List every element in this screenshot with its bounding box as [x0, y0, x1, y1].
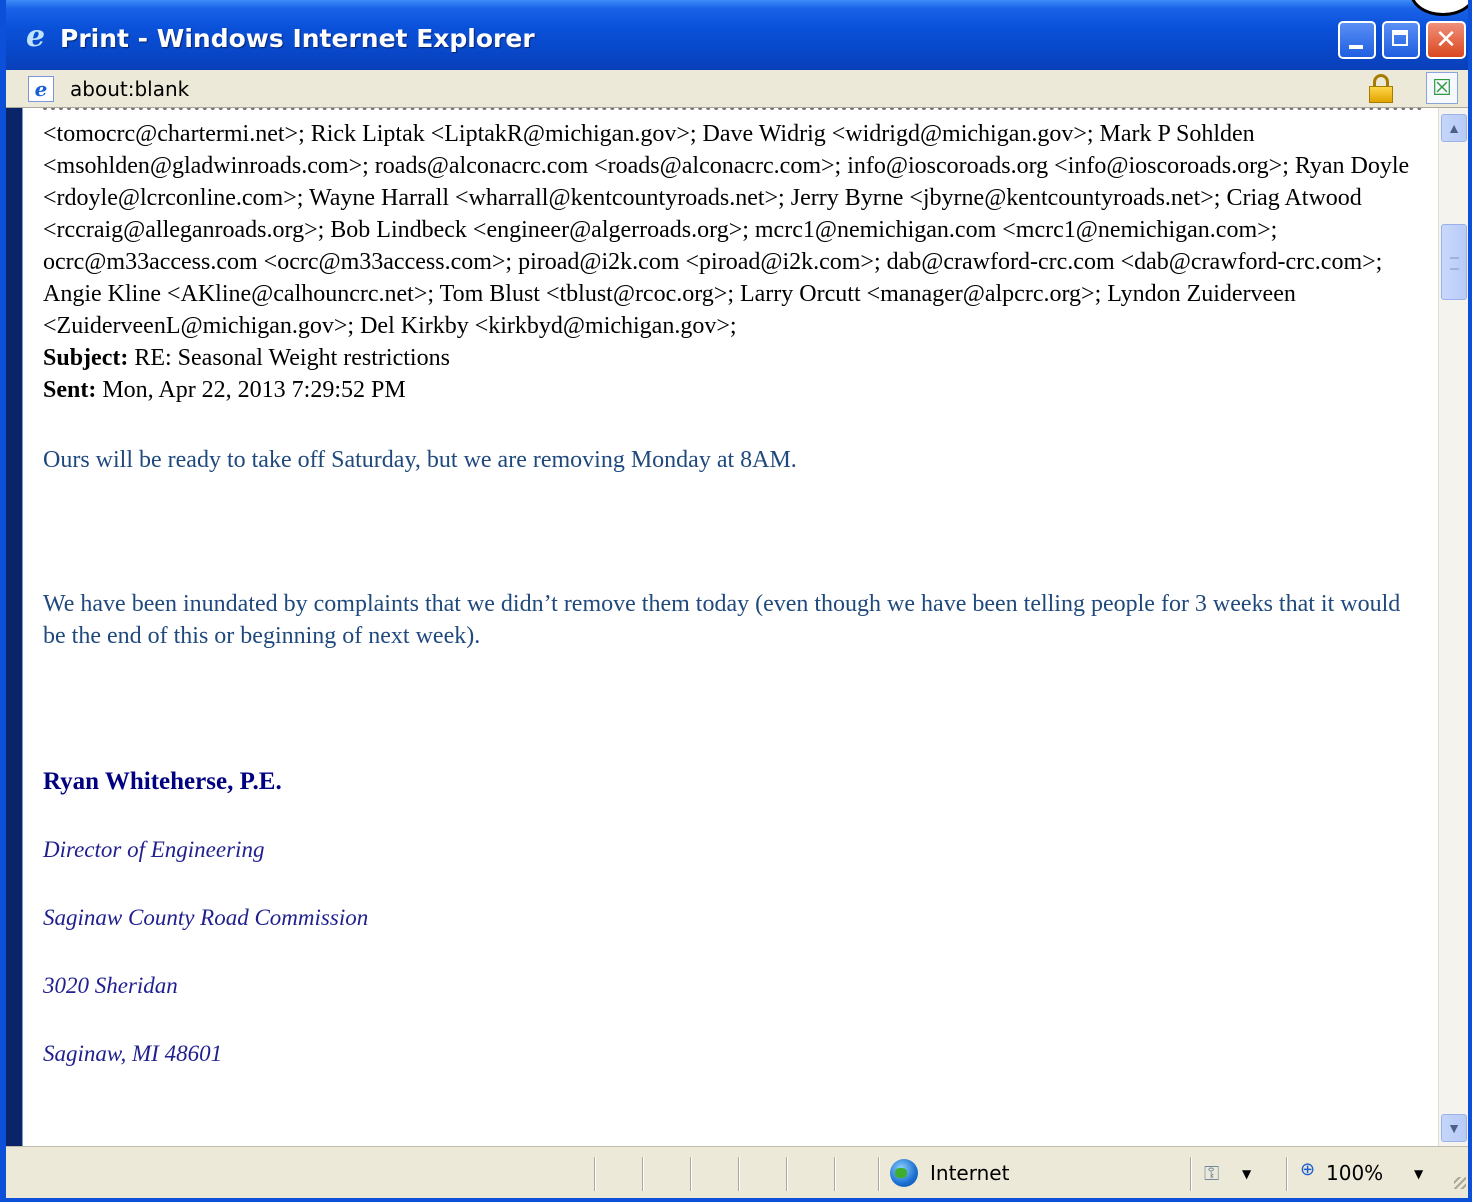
body-paragraph-2: We have been inundated by complaints tha…	[43, 591, 1401, 649]
status-bar: Internet ⚿ ▼ ⊕ 100% ▼	[6, 1146, 1468, 1198]
status-divider	[690, 1157, 692, 1191]
signature-organization: Saginaw County Road Commission	[43, 905, 369, 930]
title-bar[interactable]: e Print - Windows Internet Explorer ✕	[0, 0, 1472, 70]
status-divider	[642, 1157, 644, 1191]
page-icon: e	[28, 76, 54, 102]
recipients-block: <tomocrc@chartermi.net>; Rick Liptak <Li…	[43, 108, 1423, 342]
maximize-icon	[1392, 30, 1408, 46]
clipped-text-line	[43, 108, 1423, 118]
vertical-scrollbar[interactable]: ▲ ▼	[1438, 108, 1468, 1146]
scroll-down-button[interactable]: ▼	[1441, 1114, 1467, 1142]
subject-label: Subject:	[43, 345, 129, 371]
signature-city: Saginaw, MI 48601	[43, 1041, 223, 1066]
minimize-button[interactable]	[1338, 21, 1376, 59]
window-title: Print - Windows Internet Explorer	[60, 24, 535, 53]
internet-explorer-icon: e	[26, 19, 46, 54]
email-document: <tomocrc@chartermi.net>; Rick Liptak <Li…	[43, 108, 1423, 1070]
maximize-button[interactable]	[1382, 21, 1420, 59]
print-preview-content: <tomocrc@chartermi.net>; Rick Liptak <Li…	[22, 108, 1439, 1146]
recipients-list: <tomocrc@chartermi.net>; Rick Liptak <Li…	[43, 121, 1410, 339]
protected-mode-dropdown-icon[interactable]: ▼	[1242, 1167, 1251, 1181]
scroll-up-button[interactable]: ▲	[1441, 114, 1467, 142]
address-url[interactable]: about:blank	[70, 77, 189, 101]
subject-value: RE: Seasonal Weight restrictions	[134, 345, 450, 371]
resize-grip-icon[interactable]	[1454, 1177, 1466, 1189]
sent-line: Sent: Mon, Apr 22, 2013 7:29:52 PM	[43, 374, 1423, 406]
signature-title: Director of Engineering	[43, 837, 265, 862]
protected-mode-icon[interactable]: ⚿	[1204, 1161, 1232, 1185]
corner-annotation-circle	[1410, 0, 1472, 16]
browser-window: e Print - Windows Internet Explorer ✕ e …	[0, 0, 1472, 1202]
minimize-icon	[1349, 45, 1363, 49]
signature-name: Ryan Whiteherse, P.E.	[43, 768, 282, 795]
zoom-level[interactable]: 100%	[1326, 1161, 1383, 1185]
report-icon[interactable]: ☒	[1426, 72, 1458, 104]
address-bar: e about:blank ☒	[6, 70, 1468, 108]
scroll-thumb[interactable]	[1441, 224, 1467, 300]
close-icon: ✕	[1435, 25, 1457, 55]
zoom-icon[interactable]: ⊕	[1300, 1159, 1315, 1180]
status-divider	[1190, 1157, 1192, 1191]
body-paragraph-1: Ours will be ready to take off Saturday,…	[43, 447, 797, 473]
status-divider	[786, 1157, 788, 1191]
internet-zone-icon	[890, 1159, 918, 1187]
status-divider	[594, 1157, 596, 1191]
status-divider	[834, 1157, 836, 1191]
lock-icon[interactable]	[1366, 72, 1396, 104]
zoom-dropdown-icon[interactable]: ▼	[1414, 1167, 1423, 1181]
status-divider	[878, 1157, 880, 1191]
status-divider	[1286, 1157, 1288, 1191]
security-zone-label[interactable]: Internet	[930, 1161, 1009, 1185]
signature-street: 3020 Sheridan	[43, 973, 178, 998]
sent-label: Sent:	[43, 377, 97, 403]
subject-line: Subject: RE: Seasonal Weight restriction…	[43, 342, 1423, 374]
sent-value: Mon, Apr 22, 2013 7:29:52 PM	[102, 377, 406, 403]
close-button[interactable]: ✕	[1426, 21, 1466, 59]
status-divider	[738, 1157, 740, 1191]
